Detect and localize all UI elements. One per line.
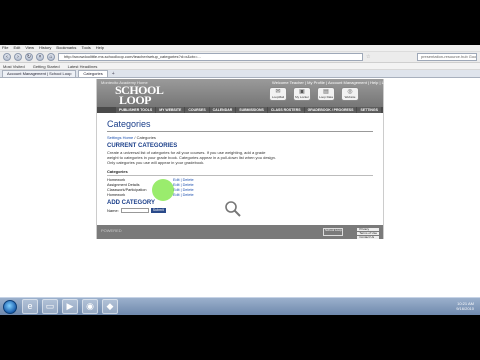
tab-account-management[interactable]: Account Management | School Loop [2,70,77,77]
cursor-highlight [152,179,174,201]
categories-divider [107,175,373,176]
menu-history[interactable]: History [39,46,51,50]
portal-icons: ✉ LoopMail ▣ My Locker ▤ Loop Data ◎ Web… [269,87,359,101]
site-footer: POWERED School Loop Privacy Terms of Use… [97,225,383,239]
search-input[interactable]: presentation-resource.hub Google [417,53,477,61]
nav-class-rosters[interactable]: CLASS ROSTERS [267,107,304,113]
folder-icon[interactable]: ▭ [42,299,58,314]
tab-strip: Account Management | School Loop Categor… [0,70,480,78]
category-edit-delete-links[interactable]: Edit | Delete [173,178,194,182]
tab-categories[interactable]: Categories [78,70,108,77]
taskbar-apps: e ▭ ▶ ◉ ◆ [22,299,118,314]
bookmark-star-icon[interactable]: ☆ [366,54,370,60]
breadcrumb-settings-home[interactable]: Settings Home [107,135,133,140]
category-name-label: Name: [107,208,119,213]
nav-publisher-tools[interactable]: PUBLISHER TOOLS [116,107,156,113]
breadcrumb-current: Categories [136,135,156,140]
my-locker-label: My Locker [295,95,309,99]
firefox-icon[interactable]: ◉ [82,299,98,314]
menu-help[interactable]: Help [96,46,104,50]
bookmark-latest-headlines[interactable]: Latest Headlines [68,64,98,69]
my-locker-button[interactable]: ▣ My Locker [293,87,311,101]
loop-data-button[interactable]: ▤ Loop Data [317,87,335,101]
new-tab-button[interactable]: + [110,71,117,77]
reload-icon[interactable]: ↻ [25,53,33,61]
start-button[interactable] [3,300,17,314]
nav-gradebook[interactable]: GRADEBOOK / PROGRESS [304,107,357,113]
category-name-input[interactable] [120,208,149,213]
bookmark-most-visited[interactable]: Most Visited [3,64,25,69]
address-bar[interactable]: http://snowdoolittle.ms.schoolloop.com/t… [58,53,363,61]
navigation-toolbar: ‹ › ↻ × ⌂ http://snowdoolittle.ms.school… [0,52,480,63]
footer-logo[interactable]: School Loop [323,228,343,236]
submit-button[interactable]: Submit [150,208,166,213]
loop-data-label: Loop Data [319,95,333,99]
categories-description: Create a universal list of categories fo… [107,150,276,165]
breadcrumb: Settings Home / Categories [107,135,373,140]
category-edit-delete-links[interactable]: Edit | Delete [173,183,194,187]
title-divider [107,131,373,132]
welcome-links[interactable]: Welcome Teacher | My Profile | Account M… [272,80,394,85]
footer-links: Privacy Terms of Use Contact Us [357,228,379,239]
menu-edit[interactable]: Edit [13,46,20,50]
nav-settings[interactable]: SETTINGS [357,107,381,113]
bookmark-getting-started[interactable]: Getting Started [33,64,60,69]
menu-file[interactable]: File [2,46,8,50]
footer-contact-link[interactable]: Contact Us [357,236,379,239]
nav-my-website[interactable]: MY WEBSITE [156,107,185,113]
category-edit-delete-links[interactable]: Edit | Delete [173,188,194,192]
current-categories-heading: CURRENT CATEGORIES [107,143,178,149]
clock-date: 9/16/2010 [456,306,474,311]
category-edit-delete-links[interactable]: Edit | Delete [173,193,194,197]
footer-brand: POWERED [101,228,122,233]
website-label: Website [344,95,356,99]
menu-view[interactable]: View [25,46,34,50]
nav-calendar[interactable]: CALENDAR [209,107,236,113]
site-header: Montecito Academy Home SCHOOL LOOP Welco… [97,79,394,113]
back-icon[interactable]: ‹ [3,53,11,61]
app-icon[interactable]: ◆ [102,299,118,314]
loopmail-button[interactable]: ✉ LoopMail [269,87,287,101]
nav-submissions[interactable]: SUBMISSIONS [236,107,267,113]
category-row: Homework Edit | Delete [107,192,373,197]
loopmail-label: LoopMail [271,95,285,99]
menu-bar: File Edit View History Bookmarks Tools H… [0,45,480,52]
magnifier-icon [225,201,241,217]
menu-bookmarks[interactable]: Bookmarks [56,46,76,50]
school-loop-logo[interactable]: SCHOOL LOOP [115,84,164,106]
windows-taskbar: e ▭ ▶ ◉ ◆ 10:21 AM 9/16/2010 [0,297,480,315]
menu-tools[interactable]: Tools [81,46,90,50]
system-tray-clock[interactable]: 10:21 AM 9/16/2010 [456,301,474,311]
browser-window: File Edit View History Bookmarks Tools H… [0,45,480,315]
forward-icon[interactable]: › [14,53,22,61]
page-title: Categories [107,119,151,129]
ie-icon[interactable]: e [22,299,38,314]
home-icon[interactable]: ⌂ [47,53,55,61]
nav-courses[interactable]: COURSES [185,107,209,113]
bookmarks-toolbar: Most Visited Getting Started Latest Head… [0,63,480,70]
categories-label: Categories [107,169,128,174]
stop-icon[interactable]: × [36,53,44,61]
media-player-icon[interactable]: ▶ [62,299,78,314]
site-nav-bar: PUBLISHER TOOLS MY WEBSITE COURSES CALEN… [97,107,383,113]
page-viewport: Montecito Academy Home SCHOOL LOOP Welco… [0,79,480,304]
website-button[interactable]: ◎ Website [341,87,359,101]
